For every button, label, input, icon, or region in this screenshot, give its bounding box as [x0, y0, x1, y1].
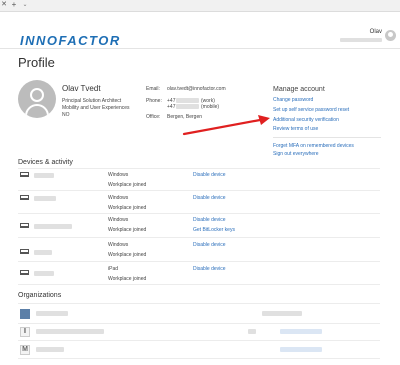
new-tab-icon[interactable]: + [10, 0, 18, 10]
device-name-redacted [34, 224, 72, 229]
header-divider [0, 48, 400, 49]
close-tab-icon[interactable]: ✕ [0, 0, 8, 10]
row-divider [18, 358, 380, 359]
manage-account-title: Manage account [273, 86, 325, 93]
row-divider [18, 168, 380, 169]
review-terms-link[interactable]: Review terms of use [273, 126, 318, 132]
organization-logo: M [20, 345, 30, 355]
annotation-arrow [182, 115, 270, 136]
person-head-icon [30, 88, 44, 102]
sign-out-everywhere-link[interactable]: Sign out everywhere [273, 151, 319, 157]
profile-job-line: Mobility and User Experiences [62, 105, 130, 111]
device-status: Workplace joined [108, 182, 147, 188]
profile-avatar [18, 80, 56, 118]
device-status: Workplace joined [108, 205, 147, 211]
device-name-redacted [34, 196, 56, 201]
device-status: Workplace joined [108, 276, 147, 282]
additional-security-verification-link[interactable]: Additional security verification [273, 117, 339, 123]
organization-logo: I [20, 327, 30, 337]
organization-link-redacted[interactable] [280, 329, 322, 334]
organization-name-redacted [36, 311, 68, 316]
avatar-head-icon [388, 32, 393, 37]
laptop-icon [20, 223, 29, 228]
company-logo[interactable]: INNOFACTOR [20, 33, 121, 48]
device-os: Windows [108, 195, 129, 201]
email-value: olav.tvedt@innofactor.com [167, 86, 226, 92]
user-name[interactable]: Olav [320, 29, 382, 35]
organization-detail-redacted [262, 311, 302, 316]
phone-label: Phone: [146, 98, 162, 104]
organization-link-redacted[interactable] [280, 347, 322, 352]
device-os: Windows [108, 242, 129, 248]
organization-detail-redacted [248, 329, 256, 334]
person-body-icon [25, 104, 49, 118]
laptop-icon [20, 172, 29, 177]
row-divider [18, 340, 380, 341]
laptop-icon [20, 249, 29, 254]
row-divider [18, 284, 380, 285]
phone-number-redacted [176, 104, 199, 109]
laptop-icon [20, 195, 29, 200]
organization-logo [20, 309, 30, 319]
browser-tab-bar: ✕ + ⌄ [0, 0, 400, 12]
row-divider [18, 261, 380, 262]
profile-name: Olav Tvedt [62, 84, 101, 93]
phone-prefix: +47 [167, 104, 176, 110]
email-label: Email: [146, 86, 160, 92]
change-password-link[interactable]: Change password [273, 97, 313, 103]
user-organization [340, 38, 382, 42]
get-bitlocker-keys-link[interactable]: Get BitLocker keys [193, 227, 235, 233]
phone-number-redacted [176, 98, 199, 103]
organization-name-redacted [36, 347, 64, 352]
disable-device-link[interactable]: Disable device [193, 242, 226, 248]
manage-account-divider [273, 137, 381, 138]
profile-job-line: NO [62, 112, 70, 118]
row-divider [18, 190, 380, 191]
self-service-password-reset-link[interactable]: Set up self service password reset [273, 107, 349, 113]
row-divider [18, 323, 380, 324]
organizations-section-title: Organizations [18, 292, 62, 299]
device-status: Workplace joined [108, 252, 147, 258]
row-divider [18, 213, 380, 214]
device-status: Workplace joined [108, 227, 147, 233]
disable-device-link[interactable]: Disable device [193, 217, 226, 223]
devices-section-title: Devices & activity [18, 159, 73, 166]
device-name-redacted [34, 173, 54, 178]
office-label: Office: [146, 114, 161, 120]
user-avatar[interactable] [385, 30, 396, 41]
device-os: Windows [108, 217, 129, 223]
row-divider [18, 237, 380, 238]
page-title: Profile [18, 55, 55, 70]
row-divider [18, 303, 380, 304]
tab-list-chevron-icon[interactable]: ⌄ [21, 0, 29, 10]
disable-device-link[interactable]: Disable device [193, 195, 226, 201]
tablet-icon [20, 270, 29, 275]
device-os: Windows [108, 172, 129, 178]
disable-device-link[interactable]: Disable device [193, 172, 226, 178]
forget-mfa-link[interactable]: Forget MFA on remembered devices [273, 143, 354, 149]
profile-job-line: Principal Solution Architect [62, 98, 122, 104]
device-name-redacted [34, 250, 52, 255]
device-name-redacted [34, 271, 54, 276]
organization-name-redacted [36, 329, 104, 334]
device-os: iPad [108, 266, 119, 272]
disable-device-link[interactable]: Disable device [193, 266, 226, 272]
